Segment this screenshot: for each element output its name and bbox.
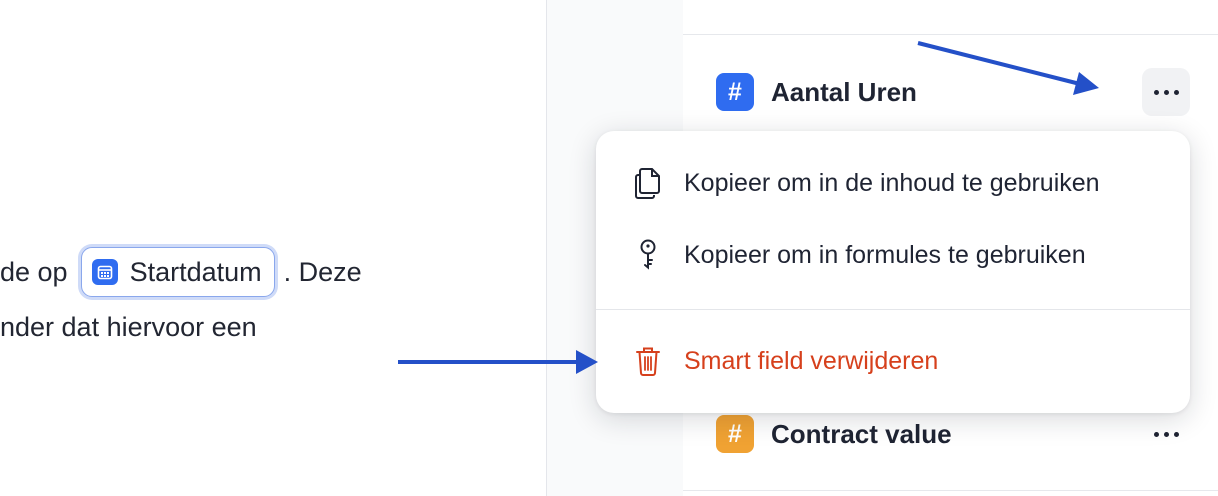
calendar-icon	[91, 259, 118, 285]
document-line-1: de op Startdatum . Deze	[0, 244, 362, 300]
menu-item-label: Kopieer om in formules te gebruiken	[684, 240, 1086, 269]
number-field-icon: #	[716, 73, 754, 111]
row-divider	[683, 490, 1218, 491]
menu-item-label: Smart field verwijderen	[684, 346, 939, 375]
more-icon	[1153, 431, 1179, 437]
field-row-contract-value[interactable]: # Contract value	[716, 415, 952, 453]
document-text: de op	[0, 256, 68, 287]
menu-item-label: Kopieer om in de inhoud te gebruiken	[684, 168, 1100, 197]
document-text: . Deze	[283, 256, 362, 287]
number-field-icon: #	[716, 415, 754, 453]
field-context-menu: Kopieer om in de inhoud te gebruiken Kop…	[596, 131, 1190, 413]
document-line-2: nder dat hiervoor een	[0, 312, 257, 342]
smart-field-chip-label: Startdatum	[129, 256, 262, 287]
more-icon	[1153, 89, 1179, 95]
menu-divider	[596, 309, 1190, 310]
row-divider	[683, 34, 1218, 35]
smart-field-chip[interactable]: Startdatum	[80, 247, 275, 297]
menu-item-copy-content[interactable]: Kopieer om in de inhoud te gebruiken	[632, 165, 1100, 201]
more-options-button[interactable]	[1142, 410, 1190, 458]
document-editor: de op Startdatum . Deze nder dat hiervoo…	[0, 0, 546, 496]
key-icon	[632, 237, 664, 273]
smart-field-chip-focus[interactable]: Startdatum	[77, 244, 278, 300]
menu-item-copy-formulas[interactable]: Kopieer om in formules te gebruiken	[632, 237, 1086, 273]
menu-item-delete-smart-field[interactable]: Smart field verwijderen	[632, 343, 938, 379]
more-options-button[interactable]	[1142, 68, 1190, 116]
field-name: Aantal Uren	[771, 76, 917, 107]
field-name: Contract value	[771, 418, 952, 449]
field-row-aantal-uren[interactable]: # Aantal Uren	[716, 73, 917, 111]
copy-document-icon	[632, 165, 664, 201]
trash-icon	[632, 343, 664, 379]
